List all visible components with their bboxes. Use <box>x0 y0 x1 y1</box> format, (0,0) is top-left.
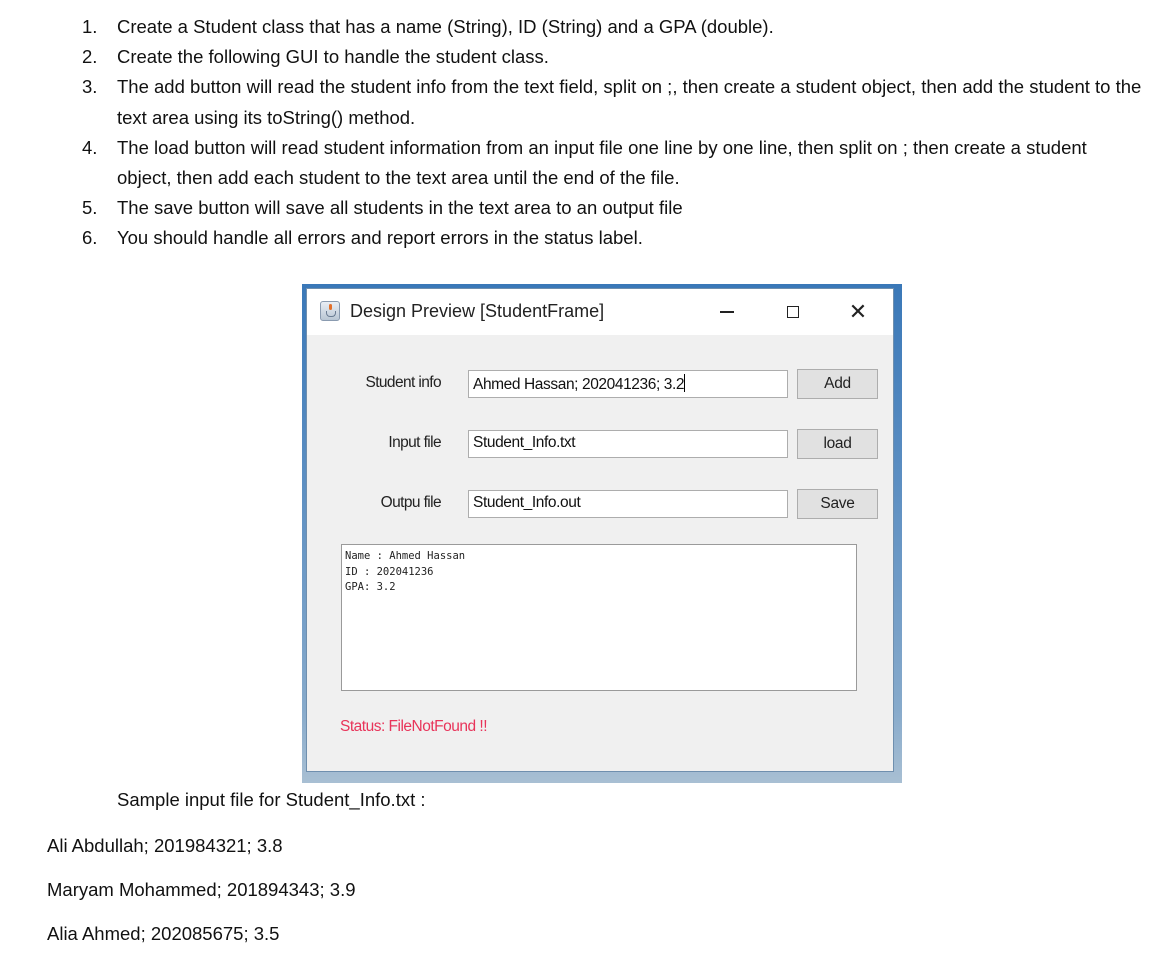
maximize-icon <box>787 306 799 318</box>
item-number: 5. <box>82 197 98 219</box>
item-number: 4. <box>82 136 98 158</box>
text-area-line: Name : Ahmed Hassan <box>345 550 466 562</box>
add-button[interactable]: Add <box>797 369 878 399</box>
sample-line: Ali Abdullah; 201984321; 3.8 <box>47 835 283 856</box>
item-number: 1. <box>82 16 98 37</box>
load-button[interactable]: load <box>797 429 878 459</box>
close-icon: ✕ <box>848 299 868 325</box>
text-area-line: GPA: 3.2 <box>345 581 396 593</box>
minimize-button[interactable] <box>707 297 747 327</box>
window-title: Design Preview [StudentFrame] <box>350 301 605 321</box>
text-caret <box>684 374 686 392</box>
instruction-item: 6. You should handle all errors and repor… <box>82 223 1142 253</box>
item-text: The load button will read student inform… <box>117 136 1087 189</box>
student-text-area[interactable]: Name : Ahmed Hassan ID : 202041236 GPA: … <box>341 544 857 691</box>
student-frame-window: Design Preview [StudentFrame] ✕ Student … <box>306 288 894 772</box>
output-file-label: Outpu file <box>380 494 442 511</box>
instruction-item: 3. The add button will read the student i… <box>82 72 1142 132</box>
instruction-item: 5. The save button will save all students… <box>82 193 1142 223</box>
text-area-line: ID : 202041236 <box>345 565 434 578</box>
minimize-icon <box>720 311 734 313</box>
output-file-value: Student_Info.out <box>473 494 581 511</box>
sample-heading: Sample input file for Student_Info.txt : <box>117 789 426 810</box>
item-number: 3. <box>82 76 98 98</box>
item-number: 6. <box>82 227 98 249</box>
student-info-input[interactable]: Ahmed Hassan; 202041236; 3.2 <box>468 370 788 398</box>
output-file-input[interactable]: Student_Info.out <box>468 490 788 518</box>
instruction-item: 1. Create a Student class that has a name… <box>82 12 1142 42</box>
student-info-label: Student info <box>365 374 441 391</box>
item-text: The add button will read the student inf… <box>117 76 1142 128</box>
item-text: The save button will save all students i… <box>117 197 683 219</box>
input-file-value: Student_Info.txt <box>473 434 576 451</box>
sample-line: Maryam Mohammed; 201894343; 3.9 <box>47 879 356 900</box>
item-number: 2. <box>82 46 98 68</box>
instruction-item: 2. Create the following GUI to handle the… <box>82 42 1142 72</box>
maximize-button[interactable] <box>773 297 813 327</box>
student-info-value: Ahmed Hassan; 202041236; 3.2 <box>473 376 685 393</box>
instruction-list: 1. Create a Student class that has a name… <box>82 12 1142 254</box>
instruction-item: 4. The load button will read student info… <box>82 133 1142 193</box>
sample-line: Alia Ahmed; 202085675; 3.5 <box>47 923 280 944</box>
item-text: Create a Student class that has a name (… <box>117 16 774 37</box>
input-file-label: Input file <box>388 434 441 451</box>
title-bar[interactable]: Design Preview [StudentFrame] ✕ <box>307 289 893 335</box>
java-app-icon <box>320 301 340 321</box>
item-text: Create the following GUI to handle the s… <box>117 46 549 68</box>
close-button[interactable]: ✕ <box>838 297 878 327</box>
save-button[interactable]: Save <box>797 489 878 519</box>
input-file-input[interactable]: Student_Info.txt <box>468 430 788 458</box>
status-label: Status: FileNotFound !! <box>340 718 488 735</box>
item-text: You should handle all errors and report … <box>117 227 643 249</box>
